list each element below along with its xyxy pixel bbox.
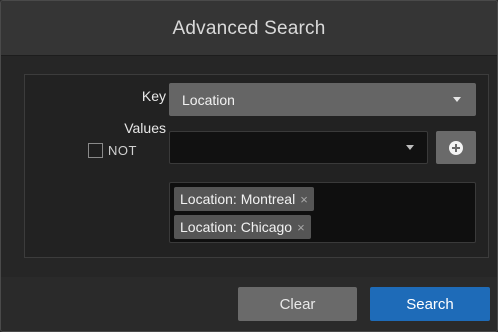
chevron-down-icon [453,97,461,102]
not-toggle: NOT [88,143,137,158]
value-tag: Location: Montreal × [174,187,314,211]
values-label: Values [124,120,166,136]
dialog-title: Advanced Search [172,18,326,39]
advanced-search-dialog: Advanced Search Key Location Values NOT [0,0,498,332]
key-label: Key [141,88,166,104]
close-icon[interactable]: × [297,221,305,234]
key-select-value: Location [182,91,235,108]
close-icon[interactable]: × [300,193,308,206]
values-select[interactable] [169,131,428,164]
not-label: NOT [108,143,137,158]
value-tag-label: Location: Montreal [180,191,296,207]
key-select[interactable]: Location [169,83,476,116]
not-checkbox[interactable] [88,143,103,158]
value-tag-label: Location: Chicago [180,219,293,235]
chevron-down-icon [406,145,414,150]
selected-values-box[interactable]: Location: Montreal × Location: Chicago × [169,182,476,243]
add-value-button[interactable] [436,131,476,164]
value-tag: Location: Chicago × [174,215,311,239]
search-button[interactable]: Search [370,287,490,321]
dialog-body: Key Location Values NOT Location: Montre… [1,56,497,277]
dialog-footer: Clear Search [1,277,497,331]
search-criteria-panel: Key Location Values NOT Location: Montre… [24,74,489,258]
dialog-header: Advanced Search [1,1,497,56]
clear-button[interactable]: Clear [238,287,357,321]
plus-circle-icon [449,140,463,155]
